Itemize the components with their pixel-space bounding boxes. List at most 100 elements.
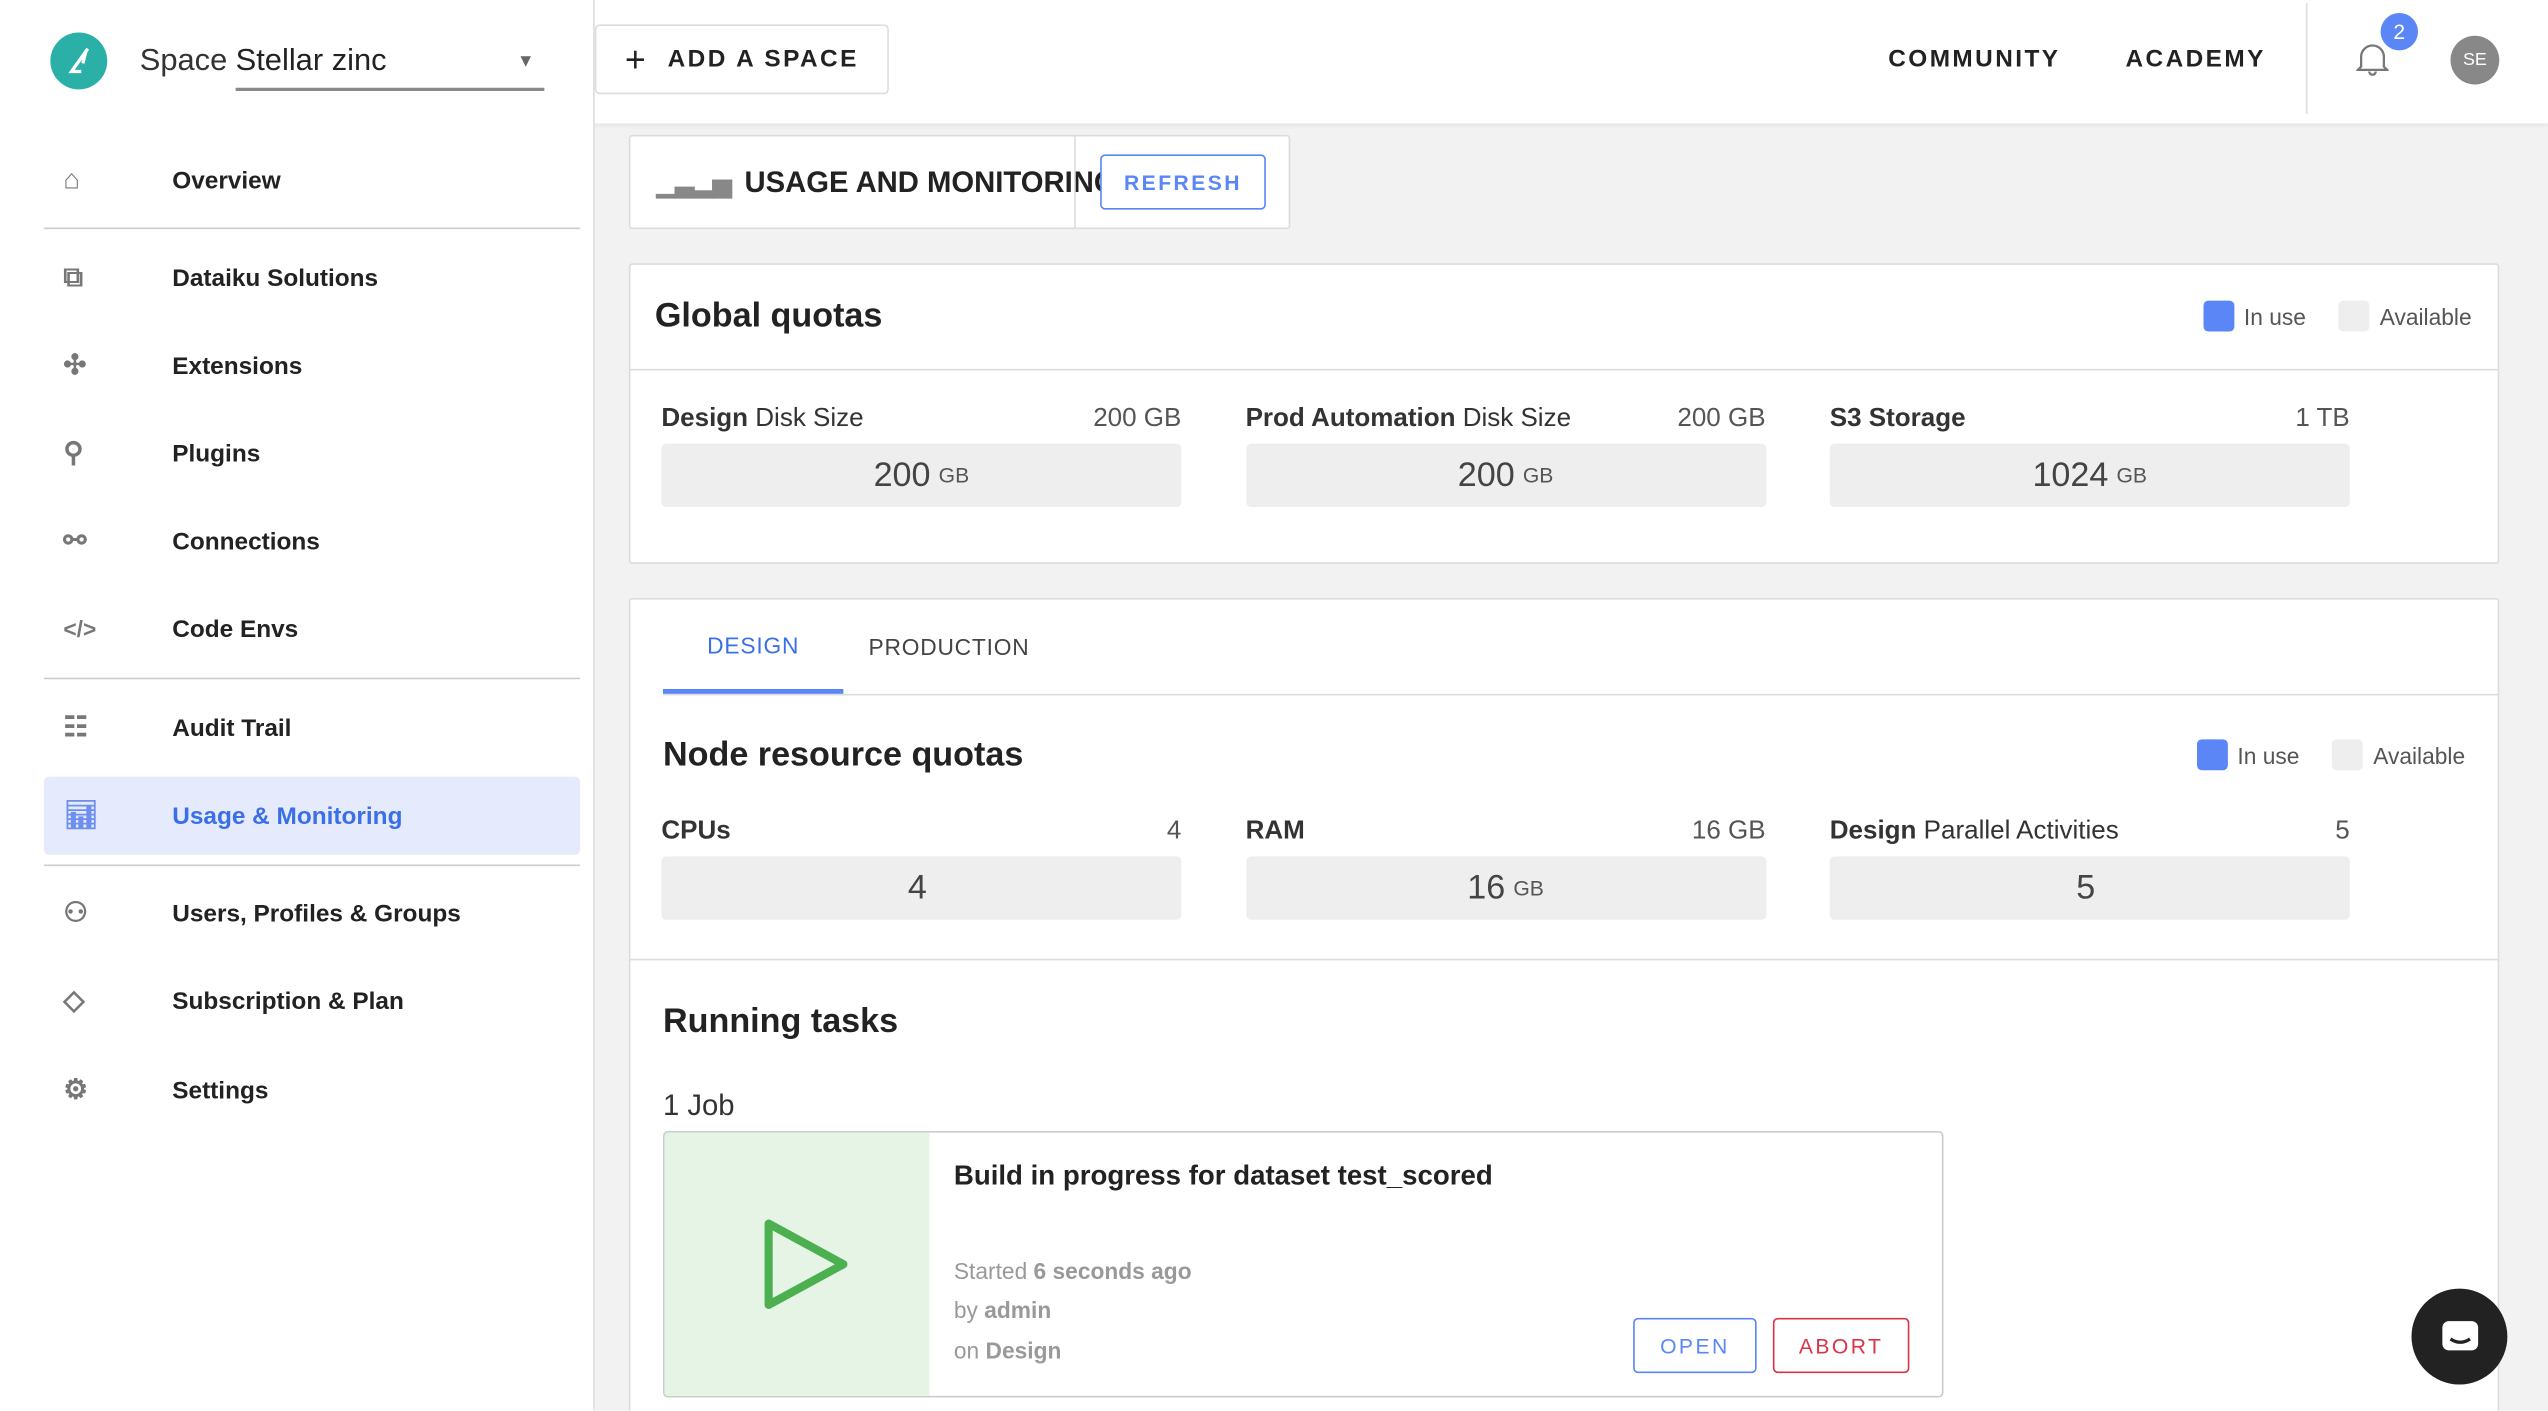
divider (43, 227, 581, 230)
sidebar-item-code-envs[interactable]: </> Code Envs (44, 590, 580, 668)
quota-unit: GB (2116, 463, 2148, 488)
add-space-button[interactable]: + ADD A SPACE (594, 24, 889, 95)
job-user: admin (984, 1296, 1052, 1323)
quota-bar: 5 (1829, 856, 2350, 920)
quota-bar: 16 GB (1245, 856, 1766, 920)
dataiku-logo (50, 32, 108, 90)
job-card[interactable]: Build in progress for dataset test_score… (663, 1131, 1944, 1398)
quota-value: 200 (1457, 455, 1515, 494)
job-started-value: 6 seconds ago (1033, 1257, 1192, 1284)
node-card: DESIGN PRODUCTION Node resource quotas I… (628, 598, 2500, 1411)
legend-label: Available (2373, 741, 2466, 768)
open-button[interactable]: OPEN (1633, 1317, 1757, 1374)
nav-label: Audit Trail (172, 714, 292, 742)
global-quotas-card: Global quotas In use Available Design Di… (628, 263, 2500, 564)
play-icon (764, 1219, 848, 1309)
divider (630, 368, 2498, 371)
space-select[interactable]: Stellar zinc ▼ (235, 36, 545, 91)
nav-label: Connections (172, 527, 320, 555)
quota-value: 5 (2076, 868, 2096, 906)
sidebar-item-usage-monitoring[interactable]: 📊︎ Usage & Monitoring (43, 776, 581, 855)
quota-total: 16 GB (1691, 817, 1766, 845)
nav-label: Plugins (172, 439, 261, 468)
legend-available: Available (2332, 739, 2466, 771)
chat-button[interactable] (2411, 1288, 2508, 1385)
quota-label: Prod Automation Disk Size 200 GB (1246, 405, 1766, 434)
sidebar-item-users[interactable]: ⚇ Users, Profiles & Groups (44, 874, 580, 952)
avatar[interactable]: SE (2450, 35, 2500, 85)
quota-name: CPUs (661, 817, 731, 845)
nav-label: Extensions (172, 351, 303, 380)
sidebar-item-audit-trail[interactable]: ☷ Audit Trail (44, 689, 580, 767)
quota-total: 5 (2335, 817, 2350, 845)
page-title: ▁▃▂▅ USAGE AND MONITORING (657, 166, 1117, 200)
users-icon: ⚇ (63, 897, 89, 928)
nav-label: Users, Profiles & Groups (172, 899, 461, 928)
legend-label: Available (2379, 303, 2472, 330)
job-node: Design (985, 1337, 1062, 1364)
sidebar-item-connections[interactable]: ⚯ Connections (44, 502, 580, 580)
legend-in-use: In use (2196, 739, 2300, 771)
job-title: Build in progress for dataset test_score… (953, 1160, 1493, 1192)
nav-label: Usage & Monitoring (172, 801, 403, 830)
quota-item: Design Disk Size 200 GB 200 GB (661, 404, 1182, 507)
nav-label: Settings (172, 1076, 269, 1105)
quota-total: 4 (1166, 817, 1182, 845)
text: on (953, 1337, 986, 1364)
sidebar: Space Stellar zinc ▼ ⌂ Overview ⧉ Dataiku S… (0, 0, 595, 1411)
quota-label: CPUs 4 (661, 817, 1181, 846)
chat-icon (2441, 1320, 2478, 1350)
divider (630, 958, 2498, 961)
legend-label: In use (2243, 303, 2306, 330)
bell-icon[interactable] (2355, 41, 2390, 85)
divider (663, 693, 2500, 696)
quota-value: 1024 (2032, 455, 2109, 494)
quota-item: Prod Automation Disk Size 200 GB 200 GB (1245, 405, 1766, 507)
quota-name: S3 Storage (1829, 404, 1966, 433)
code-icon: </> (63, 615, 97, 642)
quota-bar: 4 (661, 856, 1182, 920)
clipboard-icon: ☷ (63, 711, 89, 743)
quota-total: 200 GB (1093, 404, 1182, 433)
nav-label: Subscription & Plan (172, 987, 404, 1015)
legend-available: Available (2339, 300, 2472, 332)
quota-value: 4 (907, 868, 927, 906)
section-title: Node resource quotas (663, 736, 1024, 774)
running-tasks-title: Running tasks (663, 1002, 899, 1040)
job-started: Started 6 seconds ago (954, 1258, 1192, 1284)
quota-total: 1 TB (2295, 404, 2350, 433)
notification-badge: 2 (2380, 13, 2418, 51)
divider (43, 864, 581, 867)
sidebar-item-extensions[interactable]: ✣ Extensions (44, 327, 580, 405)
community-link[interactable]: COMMUNITY (1888, 46, 2060, 74)
connections-icon: ⚯ (63, 524, 87, 556)
job-by: by admin (954, 1297, 1051, 1323)
quota-unit: GB (1513, 875, 1544, 901)
space-label: Space (139, 43, 228, 78)
quota-name: RAM (1245, 817, 1305, 845)
tab-production[interactable]: PRODUCTION (843, 600, 1054, 694)
space-value: Stellar zinc (235, 43, 387, 78)
academy-link[interactable]: ACADEMY (2126, 46, 2266, 74)
quota-name-rest: Parallel Activities (1916, 817, 2119, 845)
quota-item: Design Parallel Activities 5 5 (1829, 817, 2350, 920)
quota-label: S3 Storage 1 TB (1830, 405, 2350, 434)
solutions-icon: ⧉ (63, 261, 84, 293)
legend-label: In use (2237, 741, 2300, 768)
sidebar-item-solutions[interactable]: ⧉ Dataiku Solutions (44, 239, 580, 317)
legend-in-use: In use (2203, 300, 2306, 332)
quota-name-rest: Disk Size (1455, 404, 1572, 433)
tab-design[interactable]: DESIGN (663, 600, 844, 694)
divider (1074, 136, 1076, 228)
quota-item: RAM 16 GB 16 GB (1245, 817, 1766, 920)
quota-item: CPUs 4 4 (661, 817, 1182, 920)
puzzle-icon: ✣ (63, 349, 87, 381)
sidebar-item-plugins[interactable]: ⚲ Plugins (44, 414, 580, 492)
section-title: Global quotas (654, 297, 883, 335)
sidebar-item-subscription[interactable]: ◇ Subscription & Plan (44, 962, 580, 1040)
sidebar-item-overview[interactable]: ⌂ Overview (44, 141, 580, 219)
nav-label: Overview (172, 166, 281, 195)
abort-button[interactable]: ABORT (1772, 1317, 1910, 1374)
sidebar-item-settings[interactable]: ⚙ Settings (44, 1051, 580, 1129)
refresh-button[interactable]: REFRESH (1100, 154, 1266, 210)
